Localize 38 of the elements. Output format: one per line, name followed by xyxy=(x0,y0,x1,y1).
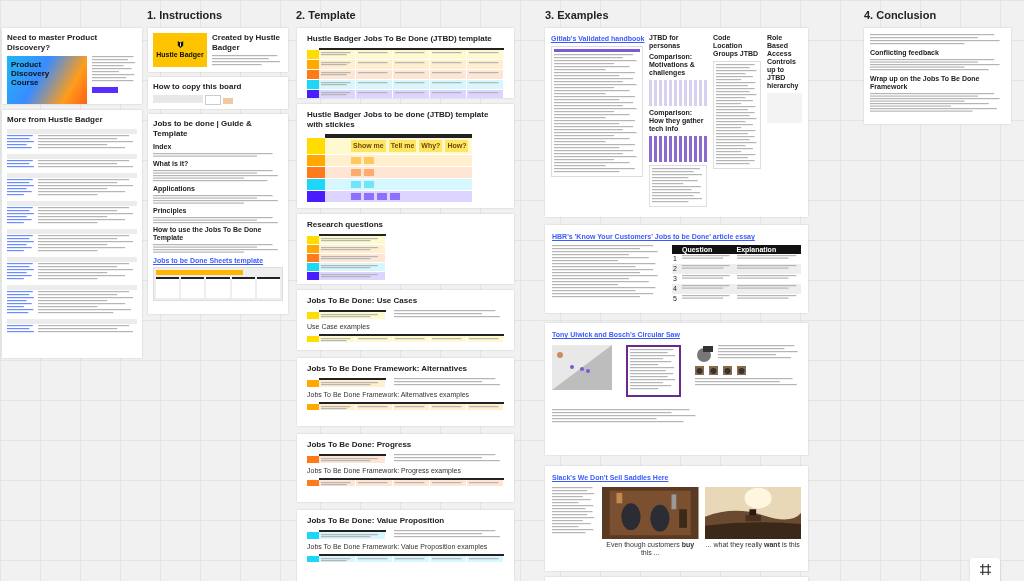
frame-title: Need to master Product Discovery? xyxy=(7,33,99,53)
scatter-drawing xyxy=(552,345,612,390)
frame-title: Jobs To Be Done Framework: Alternatives xyxy=(307,364,469,374)
frames-button[interactable] xyxy=(970,558,1000,581)
frame-title: Jobs To Be Done: Use Cases xyxy=(307,296,419,306)
frame-title: How to copy this board xyxy=(153,82,243,92)
table-drawing xyxy=(319,234,386,281)
saw-icon xyxy=(695,345,715,363)
frame-title: Hustle Badger Jobs to be done (JTBD) template with stickies xyxy=(307,110,490,130)
heatmap-drawing xyxy=(649,80,707,106)
table-drawing xyxy=(319,378,386,388)
frame-title: Jobs To Be Done: Progress xyxy=(307,440,413,450)
table-drawing xyxy=(319,310,386,320)
survey-drawing xyxy=(626,345,681,397)
course-title: Product Discovery Course xyxy=(11,60,51,87)
table-drawing xyxy=(319,454,386,464)
frame-title: Jobs to be done | Guide & Template xyxy=(153,119,253,139)
text-lines-drawing xyxy=(552,487,596,535)
text-lines-drawing xyxy=(212,55,283,67)
frame-title: Research questions xyxy=(307,220,385,230)
saw-icon xyxy=(737,366,746,375)
badger-icon xyxy=(175,39,185,49)
frame-title: Hustle Badger Jobs To Be Done (JTBD) template xyxy=(307,34,493,44)
column-heading: 1. Instructions xyxy=(147,8,223,23)
saw-icon xyxy=(695,366,704,375)
screenshot-drawing xyxy=(649,165,707,207)
frame-title: Jobs To Be Done: Value Proposition xyxy=(307,516,446,526)
frame-icon xyxy=(979,564,991,575)
heatmap-drawing xyxy=(649,136,707,162)
text-lines-drawing xyxy=(92,56,137,83)
table-drawing xyxy=(319,530,386,540)
column-heading: 3. Examples xyxy=(545,8,609,23)
frame-title: More from Hustle Badger xyxy=(7,115,104,125)
frame-title: Created by Hustle Badger xyxy=(212,33,282,53)
saw-icon xyxy=(709,366,718,375)
column-heading: 4. Conclusion xyxy=(864,8,937,23)
column-heading: 2. Template xyxy=(296,8,356,23)
saw-icon xyxy=(723,366,732,375)
